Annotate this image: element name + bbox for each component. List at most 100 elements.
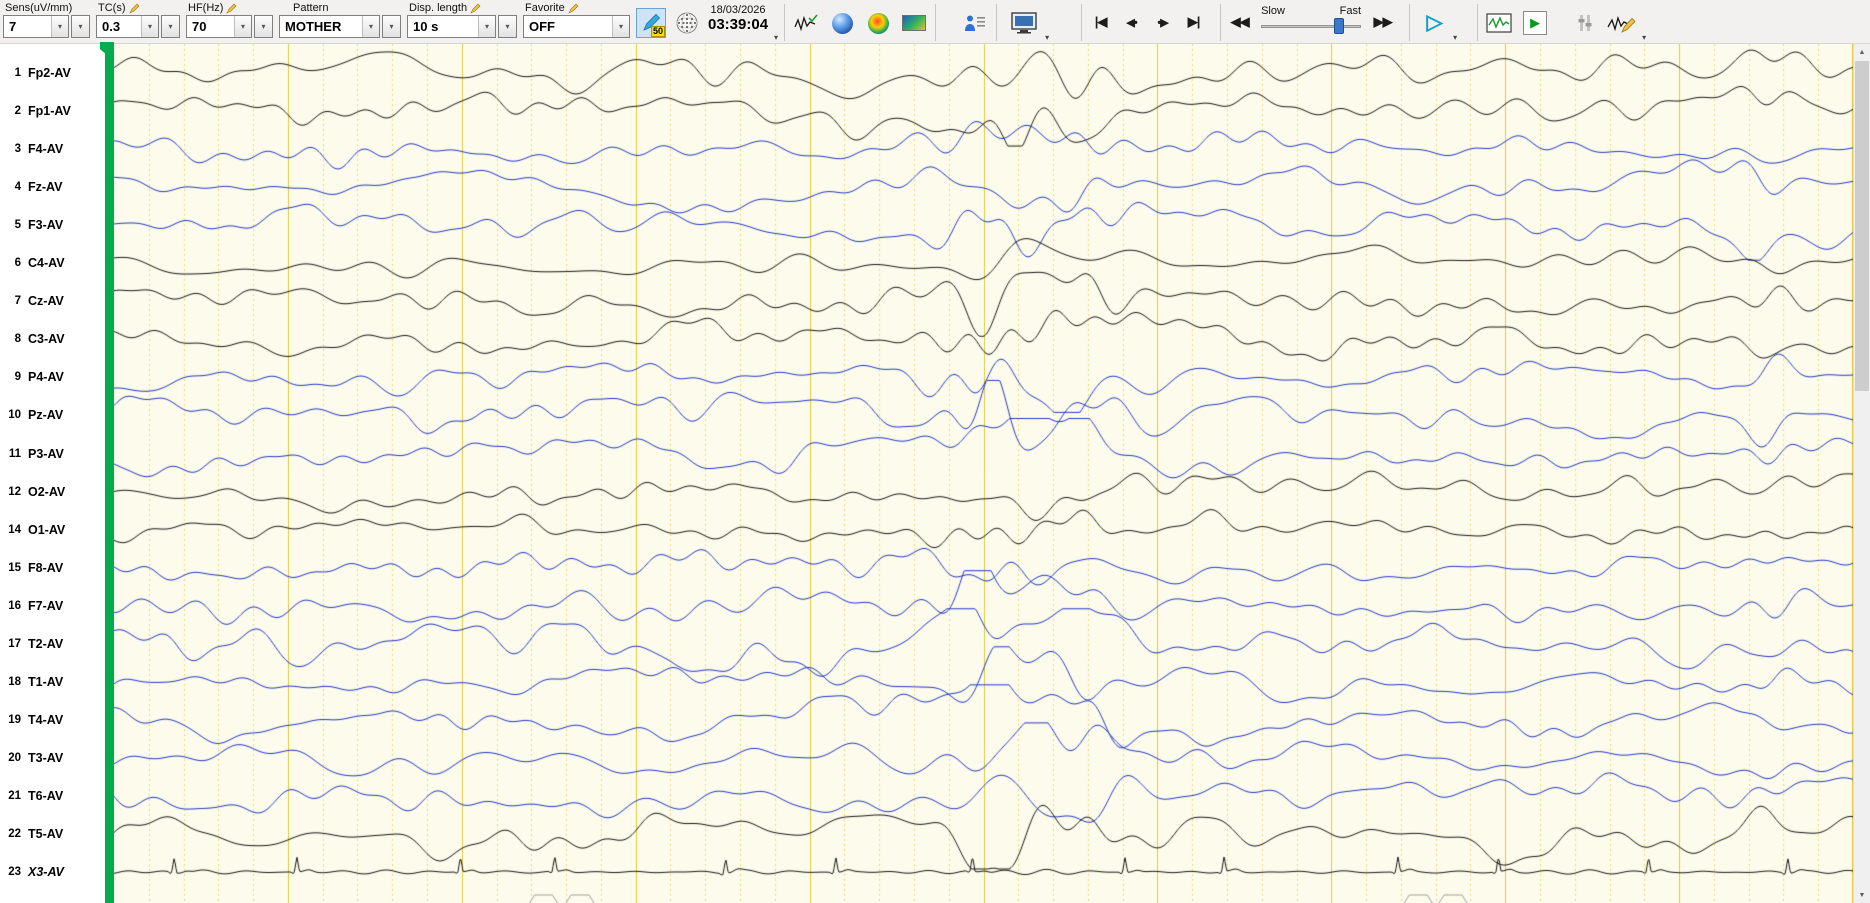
channel-label-row[interactable]: 19 T4-AV	[5, 711, 63, 729]
channel-label-row[interactable]: 20 T3-AV	[5, 749, 63, 767]
disp-length-label: Disp. length	[409, 2, 468, 14]
step-back-button[interactable]: ◀•	[1119, 9, 1144, 35]
scroll-down-icon[interactable]: ▼	[1854, 887, 1870, 903]
scrollbar-thumb[interactable]	[1855, 61, 1869, 391]
separator	[996, 4, 998, 41]
disp-length-secondary-combo[interactable]: ▾	[498, 15, 517, 38]
channel-number: 16	[8, 599, 21, 612]
separator	[1477, 4, 1479, 41]
tc-combo[interactable]: 0.3 ▾	[96, 15, 159, 38]
pattern-combo[interactable]: MOTHER ▾	[279, 15, 380, 38]
chevron-down-icon[interactable]: ▾	[234, 16, 251, 37]
channel-label-row[interactable]: 1 Fp2-AV	[5, 64, 71, 82]
play-dropdown-icon[interactable]: ▾	[1453, 33, 1457, 42]
channel-name: F3-AV	[28, 218, 64, 233]
datetime-dropdown-icon[interactable]: ▾	[774, 33, 778, 42]
skip-start-button[interactable]: |◀	[1088, 9, 1113, 35]
vertical-scrollbar[interactable]: ▲ ▼	[1853, 44, 1870, 903]
speed-slider[interactable]	[1258, 17, 1364, 35]
channel-label-row[interactable]: 22 T5-AV	[5, 825, 63, 843]
channel-label-row[interactable]: 3 F4-AV	[5, 140, 64, 158]
chevron-down-icon[interactable]: ▾	[383, 16, 400, 37]
channel-label-row[interactable]: 6 C4-AV	[5, 254, 65, 272]
pattern-group: Pattern MOTHER ▾ ▾	[279, 1, 401, 38]
chevron-down-icon[interactable]: ▾	[141, 16, 158, 37]
channel-label-row[interactable]: 9 P4-AV	[5, 368, 64, 386]
channel-label-row[interactable]: 8 C3-AV	[5, 330, 65, 348]
rewind-button[interactable]: ◀◀	[1227, 9, 1252, 35]
electrode-map-button[interactable]	[672, 8, 702, 38]
disp-length-combo[interactable]: 10 s ▾	[407, 15, 496, 38]
step-forward-button[interactable]: •▶	[1150, 9, 1175, 35]
channel-name: F7-AV	[28, 598, 64, 613]
channel-label-row[interactable]: 12 O2-AV	[5, 483, 65, 501]
pencil-icon[interactable]	[470, 3, 481, 14]
trace-area[interactable]	[114, 44, 1853, 903]
monitor-waveform-button[interactable]	[1484, 8, 1514, 38]
channel-label-row[interactable]: 2 Fp1-AV	[5, 102, 71, 120]
skip-end-button[interactable]: ▶|	[1181, 9, 1206, 35]
tc-value: 0.3	[102, 19, 121, 34]
channel-label-row[interactable]: 11 P3-AV	[5, 445, 64, 463]
scroll-up-icon[interactable]: ▲	[1854, 44, 1870, 60]
channel-number: 18	[8, 675, 21, 688]
video-button[interactable]	[1009, 8, 1039, 38]
separator	[1220, 4, 1222, 41]
tc-secondary-combo[interactable]: ▾	[161, 15, 180, 38]
chevron-down-icon[interactable]: ▾	[478, 16, 495, 37]
eeg-canvas[interactable]	[114, 44, 1853, 903]
chevron-down-icon[interactable]: ▾	[162, 16, 179, 37]
channel-label-row[interactable]: 7 Cz-AV	[5, 292, 64, 310]
channel-label-row[interactable]: 5 F3-AV	[5, 216, 64, 234]
channel-name: T4-AV	[28, 712, 64, 727]
channel-label-row[interactable]: 14 O1-AV	[5, 521, 65, 539]
chevron-down-icon[interactable]: ▾	[499, 16, 516, 37]
chevron-down-icon[interactable]: ▾	[612, 16, 629, 37]
forward-button[interactable]: ▶▶	[1370, 9, 1395, 35]
sphere-blue-button[interactable]	[827, 8, 857, 38]
chevron-down-icon[interactable]: ▾	[51, 16, 68, 37]
montage-dropdown-icon[interactable]: ▾	[1642, 33, 1646, 42]
pencil-icon[interactable]	[568, 3, 579, 14]
slider-thumb[interactable]	[1334, 18, 1345, 34]
favorite-combo[interactable]: OFF ▾	[523, 15, 630, 38]
sensitivity-secondary-combo[interactable]: ▾	[71, 15, 90, 38]
trend-edit-button[interactable]	[791, 8, 821, 38]
volume-button[interactable]	[1570, 8, 1600, 38]
channel-label-row[interactable]: 18 T1-AV	[5, 673, 63, 691]
pencil-icon[interactable]	[226, 3, 237, 14]
channel-number: 8	[14, 333, 21, 346]
video-dropdown-icon[interactable]: ▾	[1045, 33, 1049, 42]
map-thumbnail-icon	[902, 15, 927, 31]
channel-label-row[interactable]: 4 Fz-AV	[5, 178, 63, 196]
channel-label-row[interactable]: 23 X3-AV	[5, 863, 64, 881]
sensitivity-combo[interactable]: 7 ▾	[3, 15, 69, 38]
channel-label-row[interactable]: 16 F7-AV	[5, 597, 63, 615]
notch-50-badge: 50	[650, 26, 665, 37]
notch-filter-button[interactable]: 50	[636, 8, 666, 38]
pencil-icon[interactable]	[128, 3, 140, 14]
chevron-down-icon[interactable]: ▾	[362, 16, 379, 37]
hf-secondary-combo[interactable]: ▾	[254, 15, 273, 38]
map-thumbnail-button[interactable]	[899, 8, 929, 38]
chevron-down-icon[interactable]: ▾	[255, 16, 272, 37]
hf-combo[interactable]: 70 ▾	[186, 15, 252, 38]
hf-value: 70	[192, 19, 207, 34]
patient-info-button[interactable]	[960, 8, 990, 38]
channel-label-row[interactable]: 10 Pz-AV	[5, 406, 63, 424]
channel-name: C3-AV	[28, 332, 65, 347]
channel-name: T6-AV	[28, 788, 64, 803]
montage-edit-button[interactable]	[1606, 8, 1636, 38]
datetime-display[interactable]: 18/03/2026 03:39:04	[708, 4, 768, 33]
tc-label: TC(s)	[98, 2, 126, 14]
pattern-secondary-combo[interactable]: ▾	[382, 15, 401, 38]
play-button[interactable]: ▷	[1422, 9, 1447, 35]
channel-label-row[interactable]: 15 F8-AV	[5, 559, 63, 577]
review-play-button[interactable]: ▶	[1520, 8, 1550, 38]
channel-label-row[interactable]: 21 T6-AV	[5, 787, 63, 805]
channel-label-row[interactable]: 17 T2-AV	[5, 635, 63, 653]
chevron-down-icon[interactable]: ▾	[72, 16, 89, 37]
channel-number: 4	[14, 181, 21, 194]
sphere-rainbow-button[interactable]	[863, 8, 893, 38]
channel-number: 21	[8, 789, 21, 802]
